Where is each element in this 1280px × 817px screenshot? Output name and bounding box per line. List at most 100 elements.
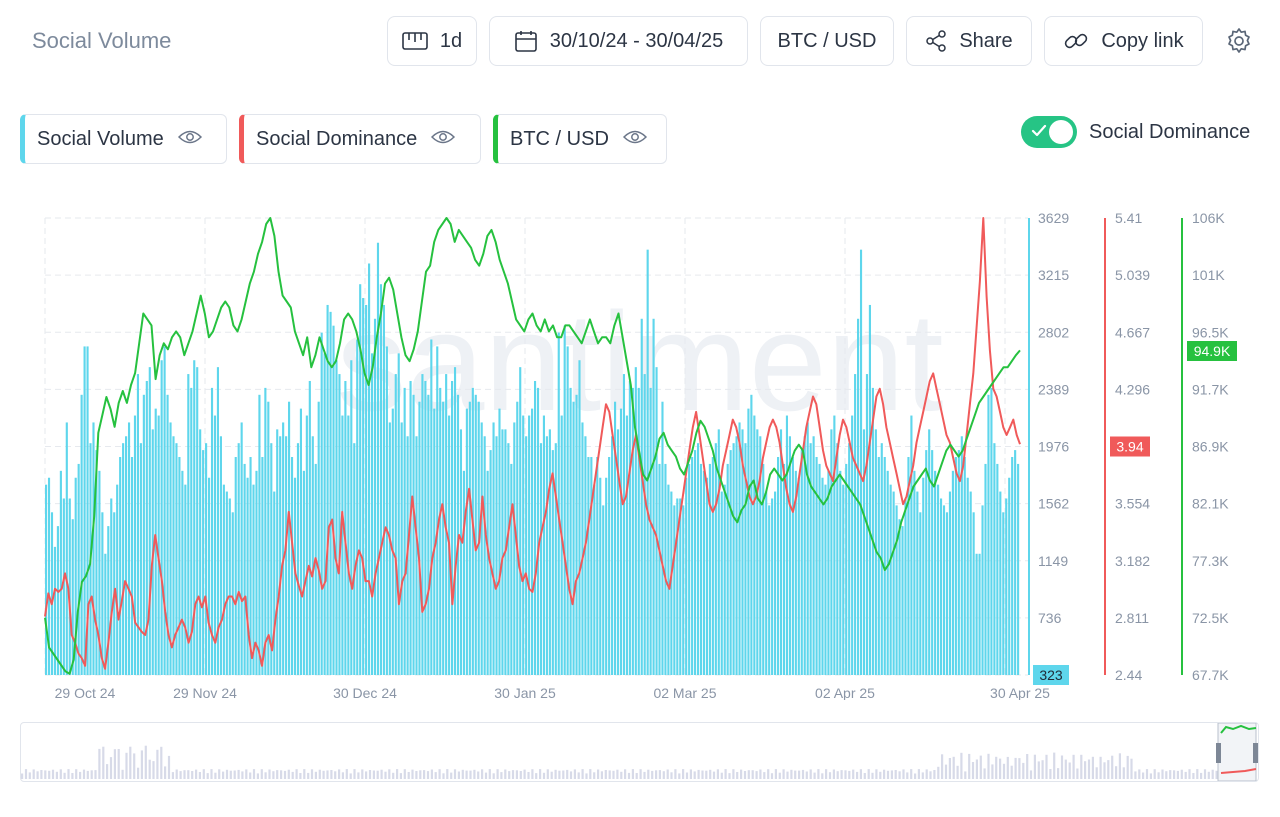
volume-bar bbox=[510, 463, 513, 675]
x-tick-label: 30 Jan 25 bbox=[494, 685, 556, 700]
navigator-bar bbox=[488, 769, 491, 779]
volume-bar bbox=[290, 457, 294, 675]
volume-bar bbox=[785, 415, 789, 675]
volume-bar bbox=[972, 512, 975, 675]
legend-social-dominance[interactable]: Social Dominance bbox=[239, 114, 481, 164]
navigator-bar bbox=[225, 769, 229, 779]
navigator-bar bbox=[898, 771, 901, 779]
navigator-bar bbox=[774, 769, 777, 779]
navigator-bar bbox=[960, 752, 963, 779]
x-tick-label: 30 Apr 25 bbox=[990, 685, 1050, 700]
navigator-bar bbox=[411, 769, 414, 779]
volume-bar bbox=[868, 304, 871, 675]
volume-bar bbox=[901, 526, 904, 675]
interval-button[interactable]: 1d bbox=[387, 16, 477, 66]
volume-current-value: 323 bbox=[1039, 667, 1063, 683]
social-dominance-toggle[interactable]: Social Dominance bbox=[1021, 116, 1250, 148]
navigator-bar bbox=[392, 772, 395, 779]
btc-tick-label: 86.9K bbox=[1192, 439, 1229, 455]
navigator-bar bbox=[1080, 754, 1083, 779]
volume-bar bbox=[750, 394, 753, 675]
navigator-bar bbox=[484, 772, 488, 779]
navigator-bar bbox=[917, 769, 920, 779]
eye-icon[interactable] bbox=[622, 128, 647, 151]
legend-label: Social Dominance bbox=[256, 127, 418, 150]
x-tick-label: 02 Apr 25 bbox=[815, 685, 875, 700]
navigator-bar bbox=[233, 770, 236, 779]
volume-bar bbox=[631, 387, 634, 675]
pair-label: BTC / USD bbox=[777, 29, 877, 52]
volume-bar bbox=[848, 443, 851, 675]
navigator-bar bbox=[1022, 762, 1025, 779]
navigator-bar bbox=[1184, 771, 1187, 779]
volume-bar bbox=[999, 491, 1002, 675]
pair-button[interactable]: BTC / USD bbox=[760, 16, 894, 66]
navigator-bar bbox=[252, 769, 256, 779]
navigator-bar bbox=[287, 769, 290, 779]
volume-bar bbox=[581, 422, 584, 675]
volume-bar bbox=[937, 484, 940, 675]
volume-bar bbox=[833, 415, 836, 675]
volume-bar bbox=[916, 491, 919, 675]
copy-link-button[interactable]: Copy link bbox=[1044, 16, 1203, 66]
volume-bar bbox=[178, 457, 181, 675]
toggle-switch[interactable] bbox=[1021, 116, 1077, 148]
navigator-bar bbox=[133, 753, 136, 779]
navigator-bar bbox=[276, 770, 279, 779]
volume-bar bbox=[465, 408, 468, 675]
navigator-bar bbox=[569, 771, 573, 779]
share-icon bbox=[925, 30, 947, 52]
volume-bar bbox=[572, 401, 575, 675]
navigator-bar bbox=[597, 769, 600, 779]
eye-icon[interactable] bbox=[431, 128, 456, 151]
dominance-tick-label: 5.039 bbox=[1115, 267, 1150, 283]
volume-bar bbox=[338, 374, 341, 675]
navigator-bar bbox=[805, 771, 808, 779]
navigator-bar bbox=[51, 769, 55, 779]
volume-bar bbox=[928, 429, 931, 675]
volume-bar bbox=[942, 505, 946, 675]
navigator-bar bbox=[245, 769, 248, 779]
navigator-bar bbox=[1045, 754, 1048, 779]
navigator-bar bbox=[125, 752, 128, 779]
legend-btc-usd[interactable]: BTC / USD bbox=[493, 114, 667, 164]
navigator-bar bbox=[117, 749, 120, 779]
navigator-bar bbox=[500, 772, 503, 779]
legend-social-volume[interactable]: Social Volume bbox=[20, 114, 227, 164]
volume-bar bbox=[809, 443, 812, 675]
navigator-bar bbox=[206, 773, 209, 779]
eye-icon[interactable] bbox=[177, 128, 202, 151]
volume-bar bbox=[729, 450, 732, 675]
navigator-bar bbox=[1087, 759, 1091, 779]
x-tick-label: 02 Mar 25 bbox=[653, 685, 716, 700]
interval-label: 1d bbox=[439, 29, 463, 52]
navigator-bar bbox=[670, 772, 673, 779]
navigator-bar bbox=[129, 746, 132, 779]
volume-bar bbox=[987, 394, 990, 675]
navigator-bar bbox=[1192, 773, 1195, 779]
volume-bar bbox=[771, 498, 774, 675]
navigator-bar bbox=[79, 771, 82, 779]
chart[interactable]: santiment3629321528022389197615621149736… bbox=[0, 200, 1280, 700]
navigator-bar bbox=[419, 770, 422, 779]
date-range-button[interactable]: 30/10/24 - 30/04/25 bbox=[489, 16, 748, 66]
navigator-bar bbox=[956, 765, 959, 779]
volume-bar bbox=[557, 332, 560, 675]
navigator-bar bbox=[195, 769, 198, 779]
volume-bar bbox=[335, 360, 338, 675]
share-button[interactable]: Share bbox=[906, 16, 1032, 66]
navigator-bar bbox=[608, 770, 611, 779]
navigator-bar bbox=[59, 769, 62, 779]
navigator-bar bbox=[357, 772, 360, 779]
gear-icon[interactable] bbox=[1224, 26, 1254, 56]
navigator-bar bbox=[1111, 755, 1114, 779]
navigator-bar bbox=[372, 770, 375, 779]
navigator-bar bbox=[1138, 769, 1141, 779]
volume-bar bbox=[765, 491, 768, 675]
volume-bar bbox=[1017, 463, 1020, 675]
volume-bar bbox=[1008, 477, 1011, 675]
navigator-bar bbox=[183, 770, 186, 779]
volume-bar bbox=[699, 463, 703, 675]
range-navigator[interactable] bbox=[20, 722, 1259, 782]
navigator-bar bbox=[817, 769, 820, 779]
